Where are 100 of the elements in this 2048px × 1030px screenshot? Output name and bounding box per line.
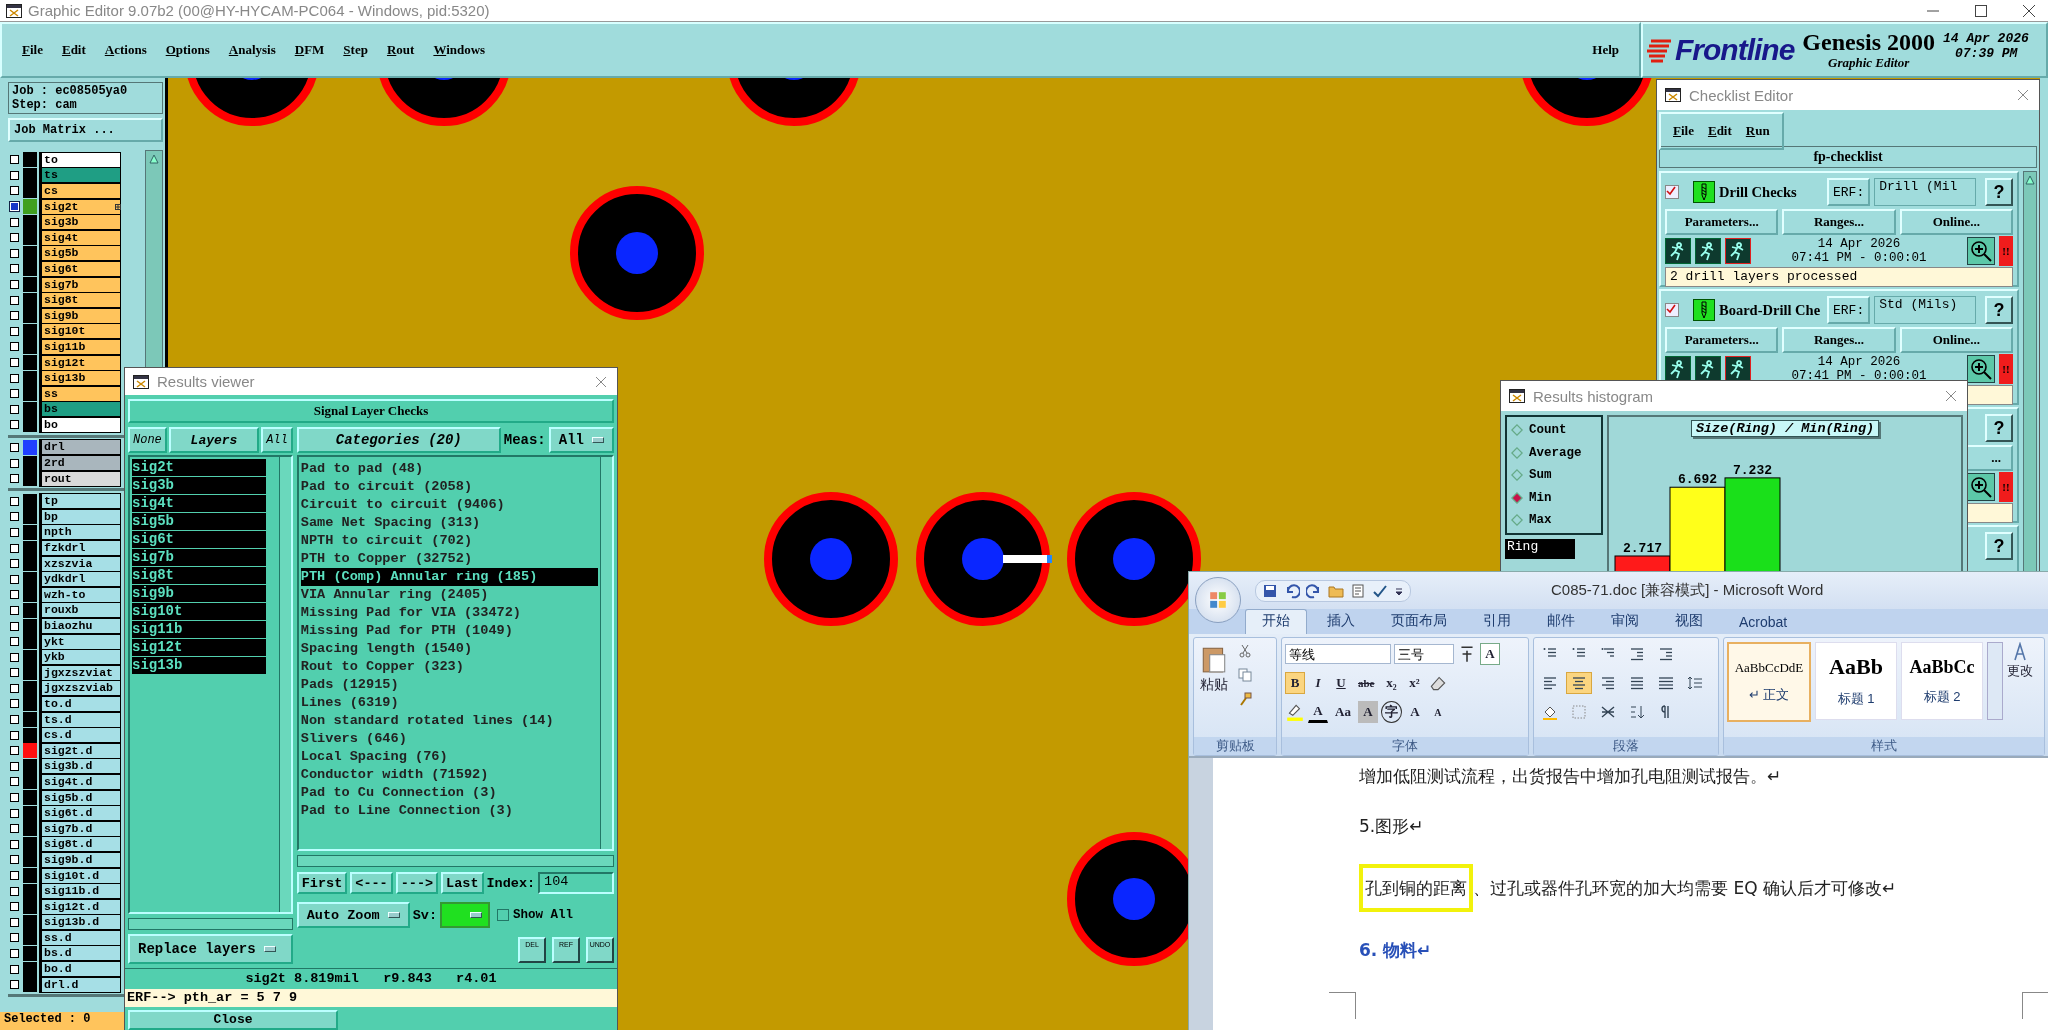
layer-name[interactable]: 2rd — [39, 455, 121, 472]
layer-checkbox[interactable] — [10, 559, 19, 569]
font-style-button[interactable]: abe — [1354, 672, 1379, 694]
layer-name[interactable]: sig3b — [39, 214, 121, 231]
layer-name[interactable]: tp — [39, 493, 121, 510]
layer-name[interactable]: fzkdrl — [39, 540, 121, 557]
layer-checkbox[interactable] — [10, 793, 19, 803]
scrollbar[interactable] — [296, 855, 614, 867]
running-figure-icon[interactable] — [1665, 356, 1691, 382]
menu-item[interactable]: Rout — [386, 39, 415, 61]
category-list-item[interactable]: Missing Pad for PTH (1049) — [300, 622, 598, 640]
layer-list-item[interactable]: sig5b — [132, 513, 266, 530]
font-name-dropdown[interactable]: 等线 — [1285, 644, 1391, 664]
layer-checkbox[interactable] — [10, 933, 19, 943]
layer-checkbox[interactable] — [10, 902, 19, 912]
close-icon[interactable] — [2022, 3, 2036, 18]
ribbon-tab[interactable]: 审阅 — [1595, 610, 1655, 634]
category-list-item[interactable]: Conductor width (71592) — [300, 766, 598, 784]
layer-checkbox[interactable] — [10, 186, 19, 196]
menu-item[interactable]: File — [22, 39, 43, 61]
layer-list-item[interactable]: sig13b — [132, 657, 266, 674]
navigation-button[interactable]: <--- — [350, 872, 393, 894]
running-figure-icon[interactable] — [1695, 238, 1721, 264]
category-list-item[interactable]: Circuit to circuit (9406) — [300, 496, 598, 514]
layer-list-item[interactable]: sig6t — [132, 531, 266, 548]
menu-item[interactable]: File — [1673, 120, 1694, 142]
layer-checkbox[interactable] — [10, 170, 19, 180]
ribbon-tab[interactable]: 引用 — [1467, 610, 1527, 634]
layer-list-item[interactable]: sig11b — [132, 621, 266, 638]
radio-button[interactable] — [1511, 469, 1523, 481]
layer-name[interactable]: cs.d — [39, 727, 121, 744]
layer-name[interactable]: sig3b.d — [39, 758, 121, 775]
category-list-item[interactable]: NPTH to circuit (702) — [300, 532, 598, 550]
layer-name[interactable]: sig13b — [39, 370, 121, 387]
layer-filter-button[interactable]: Layers — [168, 427, 260, 453]
layer-checkbox[interactable] — [10, 652, 19, 662]
radio-button[interactable] — [1511, 491, 1523, 504]
layer-checkbox[interactable] — [10, 574, 19, 584]
layer-checkbox[interactable] — [10, 917, 19, 927]
menu-item[interactable]: Windows — [433, 39, 486, 61]
ranges-button[interactable]: Ranges... — [1782, 327, 1896, 353]
font-style-button[interactable]: B — [1285, 672, 1305, 694]
ranges-button[interactable]: Ranges... — [1782, 209, 1896, 235]
category-list-item[interactable]: Pads (12915) — [300, 676, 598, 694]
font-style-button[interactable]: x₂ — [1381, 672, 1402, 694]
navigation-button[interactable]: First — [296, 872, 348, 894]
layer-checkbox[interactable] — [10, 605, 19, 615]
erf-field[interactable]: Std (Mils) — [1874, 296, 1977, 324]
category-list-item[interactable]: Pad to Cu Connection (3) — [300, 784, 598, 802]
layer-list-item[interactable]: sig4t — [132, 495, 266, 512]
layer-checkbox[interactable] — [10, 964, 19, 974]
layer-name[interactable]: sig13b.d — [39, 914, 121, 931]
maximize-icon[interactable] — [1974, 3, 1988, 18]
index-field[interactable]: 104 — [538, 872, 614, 894]
ribbon-tab[interactable]: 邮件 — [1531, 610, 1591, 634]
erf-button[interactable]: ERF: — [1827, 178, 1871, 206]
check-checkbox[interactable] — [1665, 185, 1679, 199]
category-list-item[interactable]: Same Net Spacing (313) — [300, 514, 598, 532]
character-border-button[interactable]: A — [1480, 643, 1500, 665]
category-list-item[interactable]: Rout to Copper (323) — [300, 658, 598, 676]
layer-name[interactable]: npth — [39, 524, 121, 541]
layer-checkbox[interactable] — [10, 621, 19, 631]
font-shaded-button[interactable]: A — [1357, 701, 1378, 723]
layer-checkbox[interactable] — [10, 420, 19, 430]
category-list-item[interactable]: Local Spacing (76) — [300, 748, 598, 766]
layer-checkbox[interactable] — [10, 512, 19, 522]
layer-list-item[interactable]: sig10t — [132, 603, 266, 620]
layer-checkbox[interactable] — [10, 746, 19, 756]
layer-checkbox[interactable] — [10, 855, 19, 865]
layer-checkbox[interactable] — [10, 668, 19, 678]
category-list-item[interactable]: Spacing length (1540) — [300, 640, 598, 658]
layer-name[interactable]: bs.d — [39, 945, 121, 962]
check-checkbox[interactable] — [1665, 303, 1679, 317]
layer-filter-button[interactable]: None — [128, 427, 167, 453]
measure-field[interactable]: Ring — [1505, 539, 1575, 559]
change-styles-button[interactable]: 更改 — [2007, 662, 2033, 680]
running-figure-icon[interactable] — [1665, 238, 1691, 264]
align-center-button[interactable] — [1566, 672, 1592, 694]
parameters-button[interactable]: Parameters... — [1665, 327, 1779, 353]
layer-name[interactable]: to — [39, 151, 121, 168]
undo-icon[interactable] — [1284, 582, 1300, 599]
menu-item[interactable]: Analysis — [228, 39, 276, 61]
help-button[interactable]: ? — [1985, 296, 2013, 324]
layer-list-item[interactable]: sig8t — [132, 567, 266, 584]
navigation-button[interactable]: ---> — [395, 872, 439, 894]
layer-name[interactable]: bs — [39, 401, 121, 418]
document-icon[interactable] — [1350, 582, 1366, 599]
layer-name[interactable]: drl — [39, 439, 121, 456]
scissors-icon[interactable] — [1238, 644, 1252, 658]
navigation-button[interactable]: Last — [441, 872, 484, 894]
save-icon[interactable] — [1262, 582, 1278, 599]
category-list-item[interactable]: Pad to Line Connection (3) — [300, 802, 598, 820]
layer-name[interactable]: jgxzszviab — [39, 680, 121, 697]
help-button[interactable]: ? — [1985, 532, 2013, 560]
layer-mode-dropdown[interactable]: Replace layers — [128, 934, 293, 964]
help-button[interactable]: ? — [1985, 178, 2013, 206]
ribbon-tab[interactable]: 页面布局 — [1375, 610, 1463, 634]
radio-button[interactable] — [1511, 446, 1523, 459]
paste-button[interactable]: 粘贴 — [1196, 644, 1232, 694]
layer-checkbox[interactable] — [10, 730, 19, 740]
